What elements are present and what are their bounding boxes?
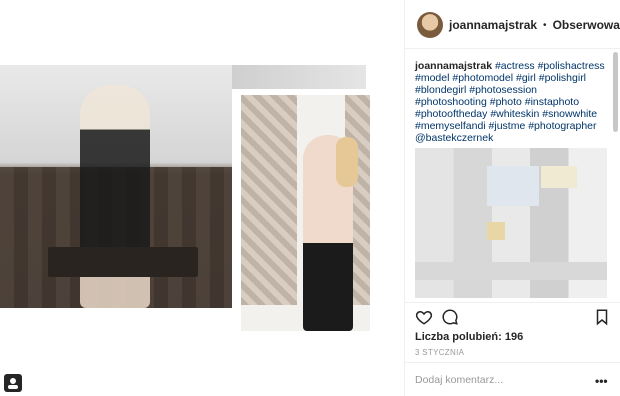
table-surface [48,247,198,277]
comment-icon[interactable] [441,308,459,326]
actions-divider [405,302,620,303]
post-sidebar: joannamajstrak • Obserwowanie joannamajs… [404,0,620,396]
photo-left-frame [232,65,366,89]
photo-left [0,65,232,308]
model-hair-right [336,137,358,187]
caption-username[interactable]: joannamajstrak [415,60,492,72]
user-tag-icon[interactable] [4,374,22,392]
username-link[interactable]: joannamajstrak [449,18,537,32]
bookmark-icon[interactable] [593,308,611,326]
photo-right [241,95,370,331]
comment-divider [405,362,620,363]
post-header: joannamajstrak • Obserwowanie [417,10,620,40]
follow-status-button[interactable]: Obserwowanie [553,18,620,32]
post-actions [415,308,611,330]
separator-dot: • [543,19,547,31]
comments-scrollbar[interactable] [613,52,618,132]
pixelated-comments [415,148,607,298]
more-options-button[interactable]: ••• [595,374,608,388]
post-media[interactable] [0,0,404,396]
header-divider [405,48,620,49]
heart-icon[interactable] [415,308,433,326]
caption-hashtags[interactable]: #actress #polishactress #model #photomod… [415,60,605,144]
post-caption: joannamajstrak #actress #polishactress #… [415,60,605,144]
frosted-glass [241,95,297,305]
avatar[interactable] [417,12,443,38]
likes-count[interactable]: Liczba polubień: 196 [415,331,523,343]
add-comment-input[interactable]: Dodaj komentarz... [415,374,503,386]
post-date: 3 STYCZNIA [415,348,465,357]
